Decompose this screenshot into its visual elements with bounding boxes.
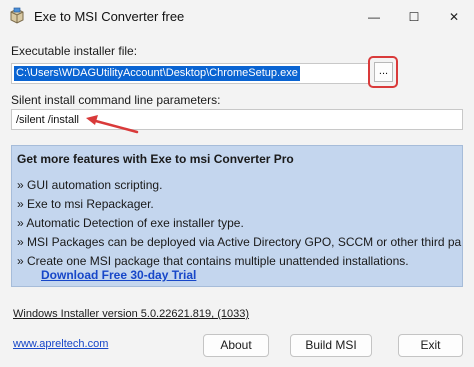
installer-file-label: Executable installer file: xyxy=(11,44,138,58)
title-bar: Exe to MSI Converter free — ☐ ✕ xyxy=(0,0,474,34)
list-item: » MSI Packages can be deployed via Activ… xyxy=(17,235,463,249)
download-trial-link[interactable]: Download Free 30-day Trial xyxy=(41,268,196,282)
browse-button[interactable]: ... xyxy=(374,62,393,82)
app-box-icon xyxy=(8,7,26,25)
params-input[interactable]: /silent /install xyxy=(11,109,463,130)
close-button[interactable]: ✕ xyxy=(434,0,474,34)
window-title: Exe to MSI Converter free xyxy=(34,9,185,24)
promo-feature-list: » GUI automation scripting. » Exe to msi… xyxy=(17,176,462,271)
list-item: » Exe to msi Repackager. xyxy=(17,197,154,211)
window-controls: — ☐ ✕ xyxy=(354,0,474,34)
build-msi-button[interactable]: Build MSI xyxy=(290,334,372,357)
annotation-arrow-icon xyxy=(86,115,139,134)
about-button[interactable]: About xyxy=(203,334,269,357)
website-link[interactable]: www.apreltech.com xyxy=(13,338,108,350)
exit-button[interactable]: Exit xyxy=(398,334,463,357)
params-label: Silent install command line parameters: xyxy=(11,93,221,107)
promo-title: Get more features with Exe to msi Conver… xyxy=(17,152,294,166)
pro-features-panel: Get more features with Exe to msi Conver… xyxy=(11,145,463,287)
minimize-button[interactable]: — xyxy=(354,0,394,34)
maximize-button[interactable]: ☐ xyxy=(394,0,434,34)
list-item: » Automatic Detection of exe installer t… xyxy=(17,216,244,230)
windows-installer-version: Windows Installer version 5.0.22621.819,… xyxy=(13,308,250,320)
installer-file-value: C:\Users\WDAGUtilityAccount\Desktop\Chro… xyxy=(14,66,300,81)
installer-file-input[interactable]: C:\Users\WDAGUtilityAccount\Desktop\Chro… xyxy=(11,63,369,84)
list-item: » GUI automation scripting. xyxy=(17,178,163,192)
params-value: /silent /install xyxy=(16,114,79,126)
converter-window: Exe to MSI Converter free — ☐ ✕ Executab… xyxy=(0,0,474,367)
